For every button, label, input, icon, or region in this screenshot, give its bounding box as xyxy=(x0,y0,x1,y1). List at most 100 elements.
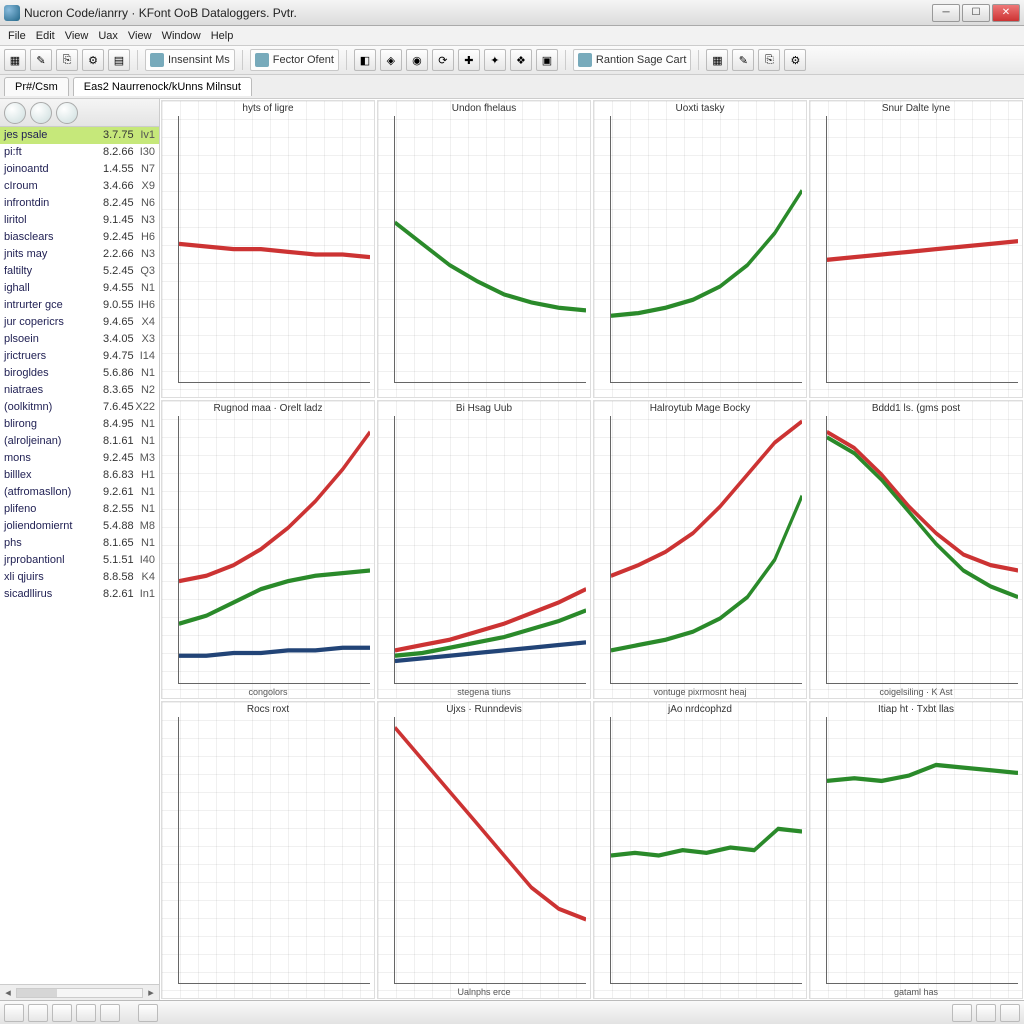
menu-help[interactable]: Help xyxy=(211,30,234,42)
window-title: Nucron Code/ianrry · KFont OoB Datalogge… xyxy=(24,6,932,20)
list-item[interactable]: birogldes5.6.86N1 xyxy=(0,365,159,382)
list-item[interactable]: jur copericrs9.4.65X4 xyxy=(0,314,159,331)
list-item[interactable]: niatraes8.3.65N2 xyxy=(0,382,159,399)
chart-plot[interactable] xyxy=(610,416,802,683)
toolbar-icon[interactable]: ✎ xyxy=(732,49,754,71)
list-item[interactable]: ighall9.4.55N1 xyxy=(0,280,159,297)
list-item[interactable]: biasclears9.2.45H6 xyxy=(0,229,159,246)
menu-file[interactable]: File xyxy=(8,30,26,42)
menu-view2[interactable]: View xyxy=(128,30,152,42)
list-item[interactable]: plsoein3.4.05X3 xyxy=(0,331,159,348)
var-value: 8.2.61 xyxy=(103,587,131,602)
toolbar-icon[interactable]: ▦ xyxy=(706,49,728,71)
chart-plot[interactable] xyxy=(394,416,586,683)
status-btn-2[interactable] xyxy=(28,1004,48,1022)
toolbar-icon[interactable]: ⎘ xyxy=(758,49,780,71)
list-item[interactable]: (atfromasllon)9.2.61N1 xyxy=(0,484,159,501)
maximize-button[interactable]: ☐ xyxy=(962,4,990,22)
chart-title: Halroytub Mage Bocky xyxy=(594,401,806,414)
status-btn-r1[interactable] xyxy=(952,1004,972,1022)
chart-plot[interactable] xyxy=(610,717,802,984)
toolbar-icon[interactable]: ✎ xyxy=(30,49,52,71)
chart-xlabel: gataml has xyxy=(810,987,1022,997)
list-item[interactable]: jes psale3.7.75Iv1 xyxy=(0,127,159,144)
menu-edit[interactable]: Edit xyxy=(36,30,55,42)
close-button[interactable]: ✕ xyxy=(992,4,1020,22)
status-btn-r2[interactable] xyxy=(976,1004,996,1022)
sidebar-tool-3[interactable] xyxy=(56,102,78,124)
status-btn-5[interactable] xyxy=(100,1004,120,1022)
status-btn-6[interactable] xyxy=(138,1004,158,1022)
toolbar-label-button[interactable]: Fector Ofent xyxy=(250,49,339,71)
sidebar-tool-2[interactable] xyxy=(30,102,52,124)
chart-title: Snur Dalte lyne xyxy=(810,101,1022,114)
list-item[interactable]: intrurter gce9.0.55IH6 xyxy=(0,297,159,314)
var-name: joliendomiernt xyxy=(4,519,103,534)
list-item[interactable]: joinoantd1.4.55N7 xyxy=(0,161,159,178)
list-item[interactable]: blirong8.4.95N1 xyxy=(0,416,159,433)
var-value: 9.2.45 xyxy=(103,451,131,466)
chart-plot[interactable] xyxy=(610,116,802,383)
toolbar-icon[interactable]: ✚ xyxy=(458,49,480,71)
chart-panel: Ujxs · RunndevisUalnphs erce xyxy=(377,701,591,999)
toolbar-icon[interactable]: ⟳ xyxy=(432,49,454,71)
toolbar-icon[interactable]: ◉ xyxy=(406,49,428,71)
toolbar-icon[interactable]: ▣ xyxy=(536,49,558,71)
status-btn-4[interactable] xyxy=(76,1004,96,1022)
tab-eas2[interactable]: Eas2 Naurrenock/kUnns Milnsut xyxy=(73,77,252,96)
status-bar xyxy=(0,1000,1024,1024)
chart-plot[interactable] xyxy=(178,116,370,383)
menubar: File Edit View Uax View Window Help xyxy=(0,26,1024,46)
toolbar-icon[interactable]: ⎘ xyxy=(56,49,78,71)
status-btn-3[interactable] xyxy=(52,1004,72,1022)
status-btn-r3[interactable] xyxy=(1000,1004,1020,1022)
toolbar-label-button[interactable]: Rantion Sage Cart xyxy=(573,49,692,71)
sidebar-tool-1[interactable] xyxy=(4,102,26,124)
minimize-button[interactable]: ─ xyxy=(932,4,960,22)
list-item[interactable]: liritol9.1.45N3 xyxy=(0,212,159,229)
menu-window[interactable]: Window xyxy=(162,30,201,42)
chart-plot[interactable] xyxy=(178,416,370,683)
list-item[interactable]: faltilty5.2.45Q3 xyxy=(0,263,159,280)
chart-panel: Rugnod maa · Orelt ladzcongolors xyxy=(161,400,375,698)
toolbar-icon[interactable]: ◧ xyxy=(354,49,376,71)
list-item[interactable]: jrprobantionl5.1.51I40 xyxy=(0,552,159,569)
toolbar-icon[interactable]: ◈ xyxy=(380,49,402,71)
list-item[interactable]: phs8.1.65N1 xyxy=(0,535,159,552)
list-item[interactable]: billlex8.6.83H1 xyxy=(0,467,159,484)
list-item[interactable]: infrontdin8.2.45N6 xyxy=(0,195,159,212)
toolbar-icon[interactable]: ⚙ xyxy=(784,49,806,71)
sidebar-hscrollbar[interactable]: ◂▸ xyxy=(0,984,159,1000)
chart-plot[interactable] xyxy=(826,116,1018,383)
toolbar-icon[interactable]: ⚙ xyxy=(82,49,104,71)
var-code: I14 xyxy=(131,349,155,364)
list-item[interactable]: joliendomiernt5.4.88M8 xyxy=(0,518,159,535)
toolbar-label-button[interactable]: Insensint Ms xyxy=(145,49,235,71)
variable-list[interactable]: jes psale3.7.75Iv1pi:ft8.2.66I30joinoant… xyxy=(0,127,159,984)
list-item[interactable]: xli qjuirs8.8.58K4 xyxy=(0,569,159,586)
list-item[interactable]: (oolkitmn)7.6.45X22 xyxy=(0,399,159,416)
list-item[interactable]: jnits may2.2.66N3 xyxy=(0,246,159,263)
list-item[interactable]: jrictruers9.4.75I14 xyxy=(0,348,159,365)
list-item[interactable]: cIroum3.4.66X9 xyxy=(0,178,159,195)
toolbar-icon[interactable]: ▦ xyxy=(4,49,26,71)
toolbar-icon[interactable]: ❖ xyxy=(510,49,532,71)
menu-view[interactable]: View xyxy=(65,30,89,42)
list-item[interactable]: sicadllirus8.2.61In1 xyxy=(0,586,159,603)
chart-plot[interactable] xyxy=(826,416,1018,683)
tab-prfcsm[interactable]: Pr#/Csm xyxy=(4,77,69,96)
var-code: Iv1 xyxy=(131,128,155,143)
list-item[interactable]: pi:ft8.2.66I30 xyxy=(0,144,159,161)
chart-plot[interactable] xyxy=(826,717,1018,984)
chart-plot[interactable] xyxy=(178,717,370,984)
list-item[interactable]: plifeno8.2.55N1 xyxy=(0,501,159,518)
list-item[interactable]: (alroljeinan)8.1.61N1 xyxy=(0,433,159,450)
chart-plot[interactable] xyxy=(394,116,586,383)
menu-uax[interactable]: Uax xyxy=(98,30,118,42)
chart-plot[interactable] xyxy=(394,717,586,984)
list-item[interactable]: mons9.2.45M3 xyxy=(0,450,159,467)
chart-title: Itiap ht · Txbt llas xyxy=(810,702,1022,715)
status-btn-1[interactable] xyxy=(4,1004,24,1022)
toolbar-icon[interactable]: ▤ xyxy=(108,49,130,71)
toolbar-icon[interactable]: ✦ xyxy=(484,49,506,71)
